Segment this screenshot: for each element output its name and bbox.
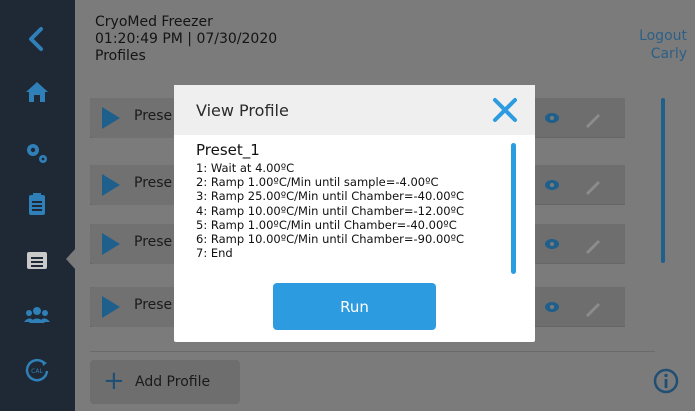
- view-eye-icon[interactable]: [544, 299, 560, 315]
- profiles-icon[interactable]: [22, 245, 52, 275]
- play-icon: [102, 174, 120, 196]
- logout-area[interactable]: Logout Carly: [639, 27, 687, 63]
- plus-icon: +: [103, 366, 125, 396]
- edit-pencil-icon[interactable]: [582, 297, 604, 319]
- edit-pencil-icon[interactable]: [582, 234, 604, 256]
- divider: [90, 351, 655, 352]
- add-profile-button[interactable]: + Add Profile: [90, 360, 240, 404]
- edit-pencil-icon[interactable]: [582, 175, 604, 197]
- list-scrollbar[interactable]: [661, 98, 665, 263]
- view-profile-dialog: View Profile Preset_1 1: Wait at 4.00ºC …: [174, 85, 535, 342]
- profile-step: 4: Ramp 10.00ºC/Min until Chamber=-12.00…: [196, 203, 465, 218]
- page-title: Profiles: [95, 48, 146, 64]
- back-arrow-icon[interactable]: [22, 24, 52, 54]
- dialog-title: View Profile: [196, 101, 289, 120]
- play-icon: [102, 233, 120, 255]
- header: CryoMed Freezer 01:20:49 PM | 07/30/2020…: [95, 14, 277, 65]
- calibration-icon[interactable]: CAL: [22, 355, 52, 385]
- run-button[interactable]: Run: [273, 283, 436, 330]
- logout-link[interactable]: Logout: [639, 27, 687, 45]
- svg-text:CAL: CAL: [31, 368, 43, 375]
- view-eye-icon[interactable]: [544, 110, 560, 126]
- profile-step: 1: Wait at 4.00ºC: [196, 161, 295, 175]
- play-icon: [102, 296, 120, 318]
- info-icon[interactable]: [653, 368, 679, 394]
- profile-name: Prese: [134, 297, 173, 313]
- play-icon: [102, 107, 120, 129]
- profile-name: Prese: [134, 234, 173, 250]
- settings-gears-icon[interactable]: [22, 138, 52, 168]
- edit-pencil-icon[interactable]: [582, 108, 604, 130]
- device-name: CryoMed Freezer: [95, 14, 213, 30]
- preset-name: Preset_1: [196, 141, 260, 159]
- view-eye-icon[interactable]: [544, 177, 560, 193]
- close-icon[interactable]: [491, 96, 519, 124]
- dialog-header: View Profile: [174, 85, 535, 135]
- profile-step: 7: End: [196, 246, 233, 261]
- profile-details: Preset_1 1: Wait at 4.00ºC 2: Ramp 1.00º…: [196, 141, 496, 261]
- profile-name: Prese: [134, 108, 173, 124]
- datetime: 01:20:49 PM | 07/30/2020: [95, 31, 278, 47]
- profile-step: 6: Ramp 10.00ºC/Min until Chamber=-90.00…: [196, 232, 465, 247]
- profile-name: Prese: [134, 175, 173, 191]
- profile-step: 5: Ramp 1.00ºC/Min until Chamber=-40.00º…: [196, 217, 457, 232]
- add-profile-label: Add Profile: [135, 374, 211, 390]
- clipboard-icon[interactable]: [22, 189, 52, 219]
- profile-step: 2: Ramp 1.00ºC/Min until sample=-4.00ºC: [196, 175, 439, 190]
- dialog-scrollbar[interactable]: [511, 143, 516, 274]
- sidebar: CAL: [0, 0, 76, 411]
- view-eye-icon[interactable]: [544, 236, 560, 252]
- users-icon[interactable]: [22, 300, 52, 330]
- home-icon[interactable]: [22, 77, 52, 107]
- user-name: Carly: [650, 46, 687, 62]
- profile-step: 3: Ramp 25.00ºC/Min until Chamber=-40.00…: [196, 189, 465, 204]
